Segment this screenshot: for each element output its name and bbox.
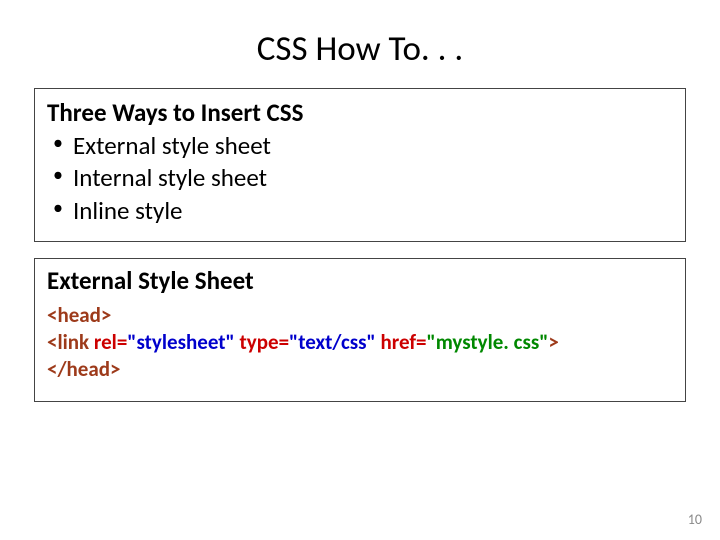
- code-token: "text/css": [289, 329, 376, 355]
- subheading-external: External Style Sheet: [47, 265, 673, 298]
- page-number: 10: [688, 511, 702, 528]
- list-item: Inline style: [51, 195, 673, 228]
- code-line: </head>: [47, 356, 673, 383]
- box-external-style: External Style Sheet <head> <link rel="s…: [34, 258, 686, 402]
- box-three-ways: Three Ways to Insert CSS External style …: [34, 88, 686, 242]
- code-line: <head>: [47, 302, 673, 329]
- list-item: Internal style sheet: [51, 162, 673, 195]
- code-token: >: [548, 329, 558, 355]
- slide: CSS How To. . . Three Ways to Insert CSS…: [0, 0, 720, 540]
- slide-title: CSS How To. . .: [34, 28, 686, 70]
- code-token: type=: [235, 329, 289, 355]
- bullet-list: External style sheet Internal style shee…: [47, 130, 673, 228]
- code-line: <link rel="stylesheet" type="text/css" h…: [47, 329, 673, 356]
- code-token: rel=: [94, 329, 127, 355]
- code-token: </head>: [47, 356, 120, 382]
- code-token: <link: [47, 329, 94, 355]
- subheading-three-ways: Three Ways to Insert CSS: [47, 97, 673, 130]
- code-token: "mystyle. css": [426, 329, 548, 355]
- code-token: href=: [376, 329, 427, 355]
- code-token: "stylesheet": [127, 329, 234, 355]
- list-item: External style sheet: [51, 130, 673, 163]
- code-token: <head>: [47, 302, 111, 328]
